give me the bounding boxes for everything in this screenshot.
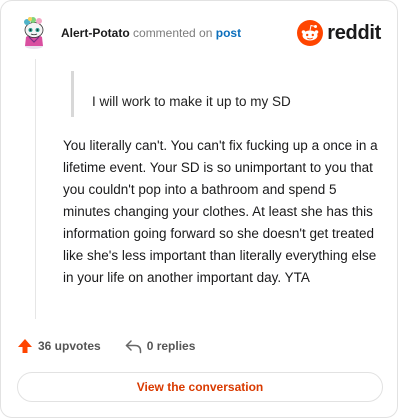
avatar[interactable] — [17, 15, 51, 49]
quoted-text-block: I will work to make it up to my SD — [71, 71, 371, 117]
username[interactable]: Alert-Potato — [61, 26, 130, 40]
upvotes-stat[interactable]: 36 upvotes — [17, 338, 101, 354]
replies-count: 0 replies — [146, 339, 196, 353]
upvote-arrow-icon — [18, 339, 32, 353]
post-link[interactable]: post — [216, 26, 241, 40]
upvotes-count: 36 upvotes — [38, 339, 101, 353]
thread-line — [35, 59, 36, 319]
comment-header: Alert-Potato commented on post — [61, 25, 241, 41]
reddit-logo[interactable]: reddit — [297, 20, 381, 46]
comment-body: You literally can't. You can't fix fucki… — [63, 138, 378, 285]
replies-stat[interactable]: 0 replies — [125, 339, 196, 354]
reddit-wordmark: reddit — [327, 21, 381, 44]
comment-card: Alert-Potato commented on post reddit I … — [0, 0, 398, 418]
commented-on-text: commented on — [133, 26, 213, 40]
comment-stats: 36 upvotes 0 replies — [17, 338, 195, 354]
view-conversation-button[interactable]: View the conversation — [17, 372, 383, 402]
quote-text: I will work to make it up to my SD — [92, 94, 291, 109]
reply-arrow-icon — [125, 339, 141, 353]
reddit-alien-icon — [297, 20, 324, 46]
